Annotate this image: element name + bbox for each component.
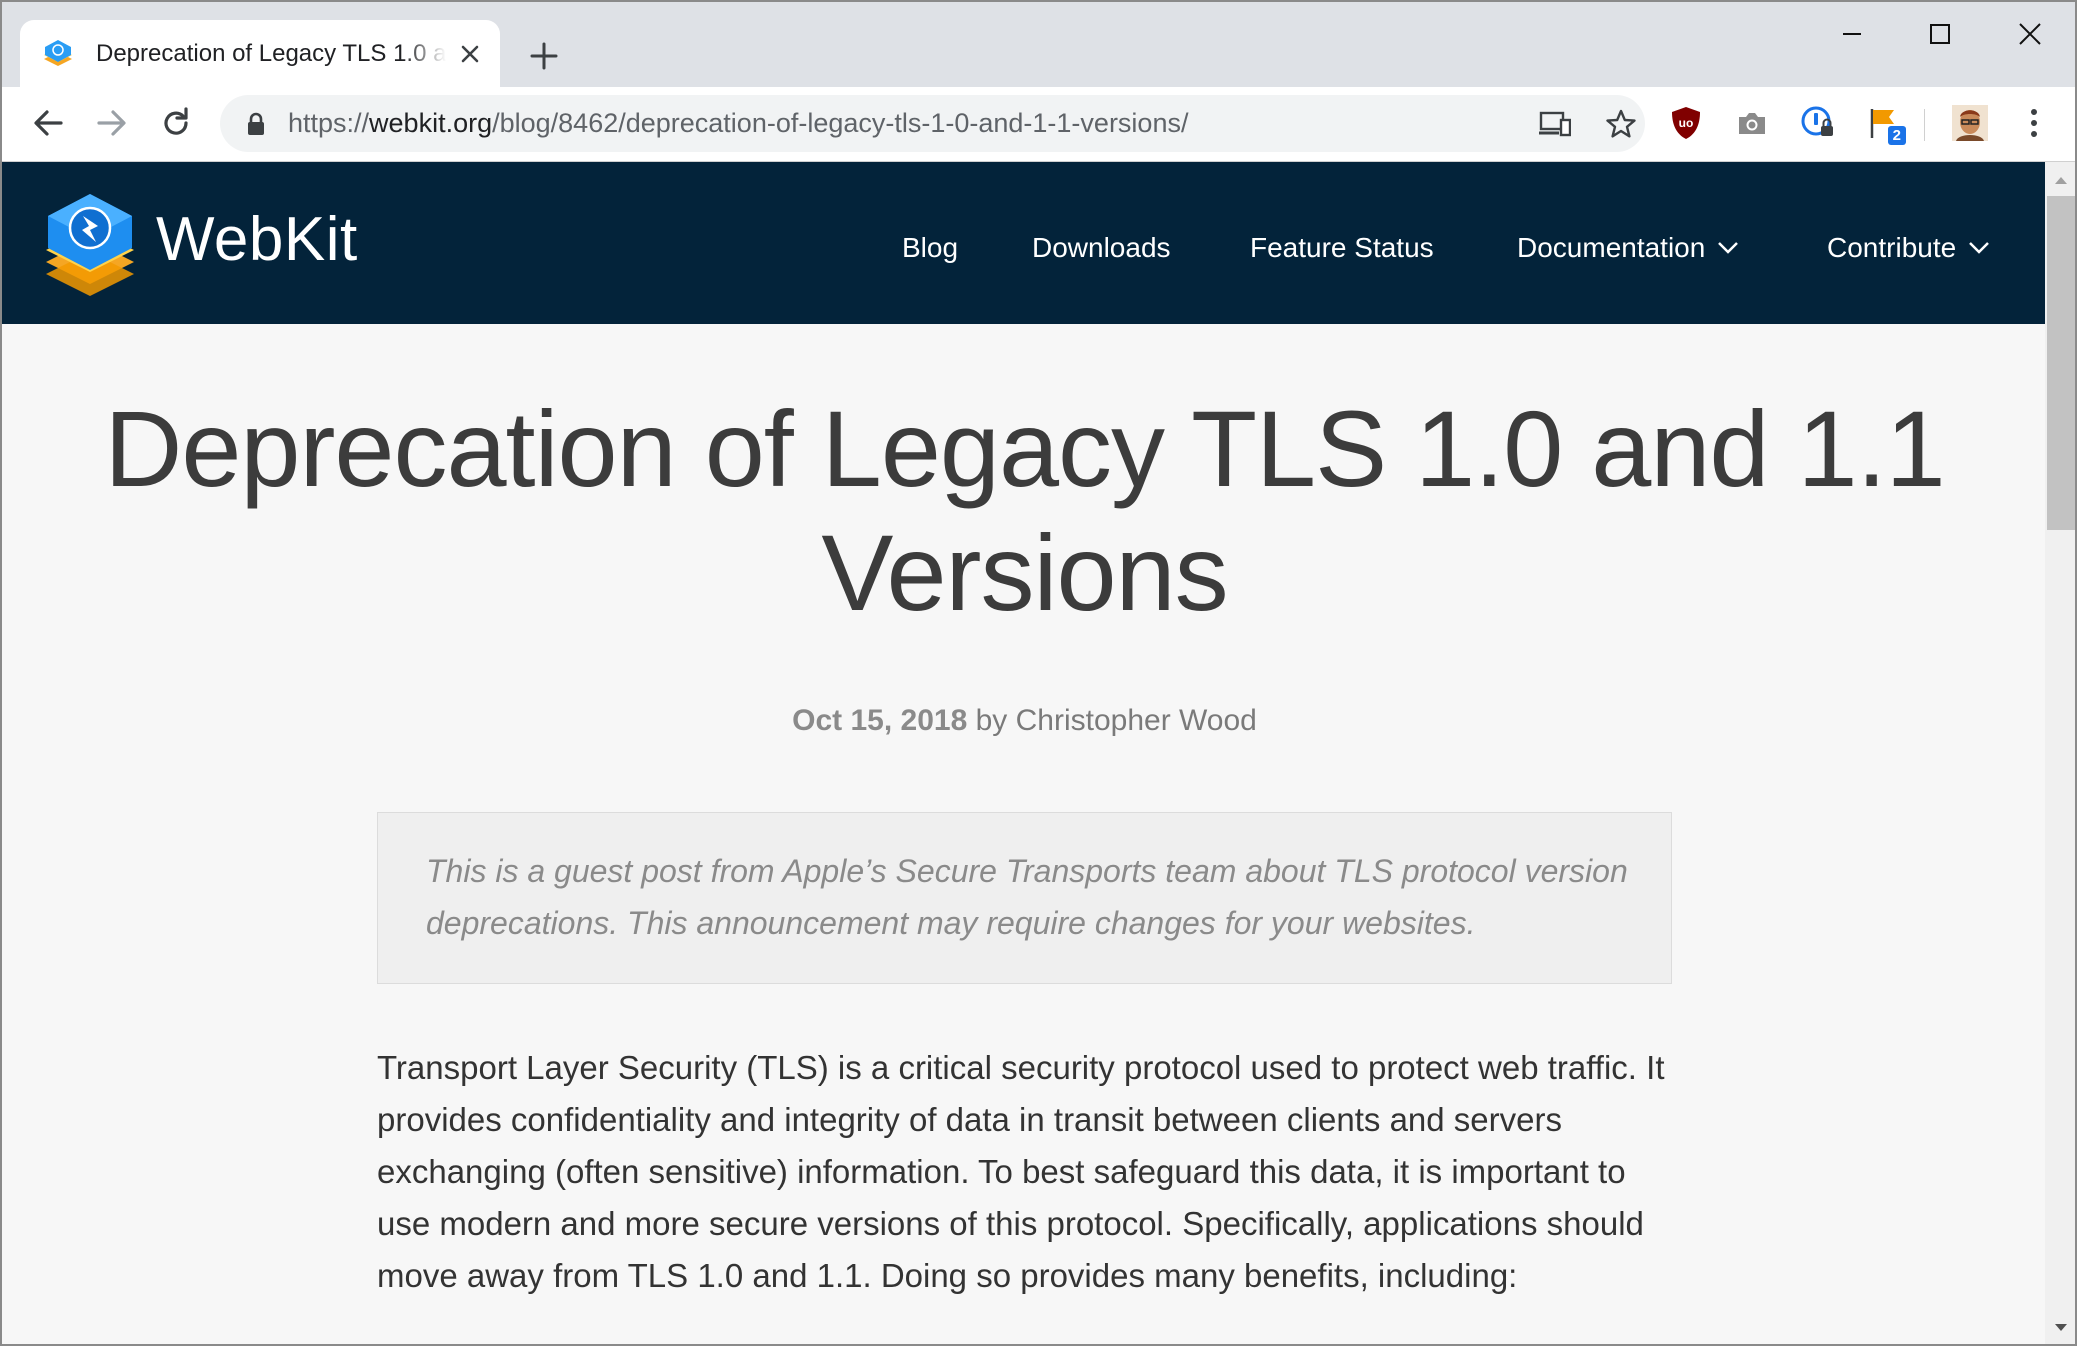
byline: Oct 15, 2018 by Christopher Wood xyxy=(2,704,2047,738)
avatar xyxy=(1952,105,1988,141)
guest-post-note: This is a guest post from Apple’s Secure… xyxy=(377,812,1672,984)
screenshot-extension[interactable] xyxy=(1730,101,1774,145)
brand-name[interactable]: WebKit xyxy=(156,204,358,275)
url-host: webkit.org xyxy=(369,108,493,138)
svg-text:uo: uo xyxy=(1679,116,1694,130)
forward-arrow-icon xyxy=(97,110,126,136)
reload-button[interactable] xyxy=(154,101,198,145)
nav-documentation-label: Documentation xyxy=(1517,232,1706,263)
forward-button[interactable] xyxy=(90,101,134,145)
nav-contribute-label: Contribute xyxy=(1827,232,1957,263)
scroll-down-arrow-icon[interactable] xyxy=(2051,1318,2071,1338)
back-button[interactable] xyxy=(26,101,70,145)
byline-by: by xyxy=(967,704,1016,737)
scroll-up-arrow-icon[interactable] xyxy=(2051,170,2071,190)
chrome-menu-button[interactable] xyxy=(2012,101,2056,145)
site-header: WebKit Blog Downloads Feature Status Doc… xyxy=(2,162,2047,324)
toolbar-separator xyxy=(1924,109,1925,141)
browser-toolbar: https://webkit.org/blog/8462/deprecation… xyxy=(2,87,2075,162)
tab-title: Deprecation of Legacy TLS 1.0 and 1.1 Ve… xyxy=(96,39,446,67)
chevron-down-icon xyxy=(1718,242,1739,254)
nav-contribute[interactable]: Contribute xyxy=(1827,232,1990,264)
browser-window: Deprecation of Legacy TLS 1.0 and 1.1 Ve… xyxy=(0,0,2077,1346)
nav-blog[interactable]: Blog xyxy=(902,232,958,264)
reload-icon xyxy=(164,107,188,135)
maximize-icon xyxy=(1930,24,1950,44)
page-viewport: WebKit Blog Downloads Feature Status Doc… xyxy=(2,162,2047,1344)
webkit-logo-icon[interactable] xyxy=(42,192,138,296)
nav-blog-label: Blog xyxy=(902,232,959,263)
url-path: /blog/8462/deprecation-of-legacy-tls-1-0… xyxy=(492,108,1189,138)
password-manager-extension[interactable] xyxy=(1796,101,1840,145)
url-scheme: https:// xyxy=(288,108,370,138)
scrollbar[interactable] xyxy=(2045,162,2075,1344)
password-manager-icon xyxy=(1801,106,1833,136)
ublock-icon: uo xyxy=(1672,107,1700,139)
minimize-button[interactable] xyxy=(1822,14,1882,54)
flag-extension[interactable]: 2 xyxy=(1862,101,1906,145)
star-icon xyxy=(1606,109,1636,138)
guest-post-text: This is a guest post from Apple’s Secure… xyxy=(426,853,1628,941)
close-icon xyxy=(2019,23,2041,45)
minimize-icon xyxy=(1843,33,1861,35)
browser-tab[interactable]: Deprecation of Legacy TLS 1.0 and 1.1 Ve… xyxy=(20,20,500,87)
back-arrow-icon xyxy=(34,110,63,136)
cast-icon xyxy=(1539,111,1571,137)
post-date: Oct 15, 2018 xyxy=(792,704,968,737)
close-icon[interactable] xyxy=(456,40,484,68)
nav-documentation[interactable]: Documentation xyxy=(1517,232,1739,264)
nav-feature-status-label: Feature Status xyxy=(1250,232,1434,263)
scrollbar-thumb[interactable] xyxy=(2047,196,2075,530)
lock-icon[interactable] xyxy=(246,112,266,136)
nav-downloads[interactable]: Downloads xyxy=(1032,232,1171,264)
article-paragraph: Transport Layer Security (TLS) is a crit… xyxy=(377,1049,1665,1294)
url-text[interactable]: https://webkit.org/blog/8462/deprecation… xyxy=(288,108,1188,139)
webkit-icon xyxy=(44,39,72,66)
camera-icon xyxy=(1739,113,1765,134)
extension-badge: 2 xyxy=(1887,126,1906,145)
plus-icon[interactable] xyxy=(526,38,562,74)
tab-strip: Deprecation of Legacy TLS 1.0 and 1.1 Ve… xyxy=(2,2,2075,87)
cast-button[interactable] xyxy=(1536,105,1574,143)
kebab-menu-icon xyxy=(2031,109,2037,137)
nav-downloads-label: Downloads xyxy=(1032,232,1171,263)
ublock-extension[interactable]: uo xyxy=(1664,101,1708,145)
address-bar[interactable]: https://webkit.org/blog/8462/deprecation… xyxy=(220,95,1645,152)
post-author[interactable]: Christopher Wood xyxy=(1016,704,1257,737)
nav-feature-status[interactable]: Feature Status xyxy=(1250,232,1434,264)
bookmark-button[interactable] xyxy=(1602,105,1640,143)
article-title: Deprecation of Legacy TLS 1.0 and 1.1 Ve… xyxy=(104,388,1945,633)
window-close-button[interactable] xyxy=(2000,14,2060,54)
maximize-button[interactable] xyxy=(1910,14,1970,54)
profile-button[interactable] xyxy=(1948,101,1992,145)
chevron-down-icon xyxy=(1969,242,1990,254)
